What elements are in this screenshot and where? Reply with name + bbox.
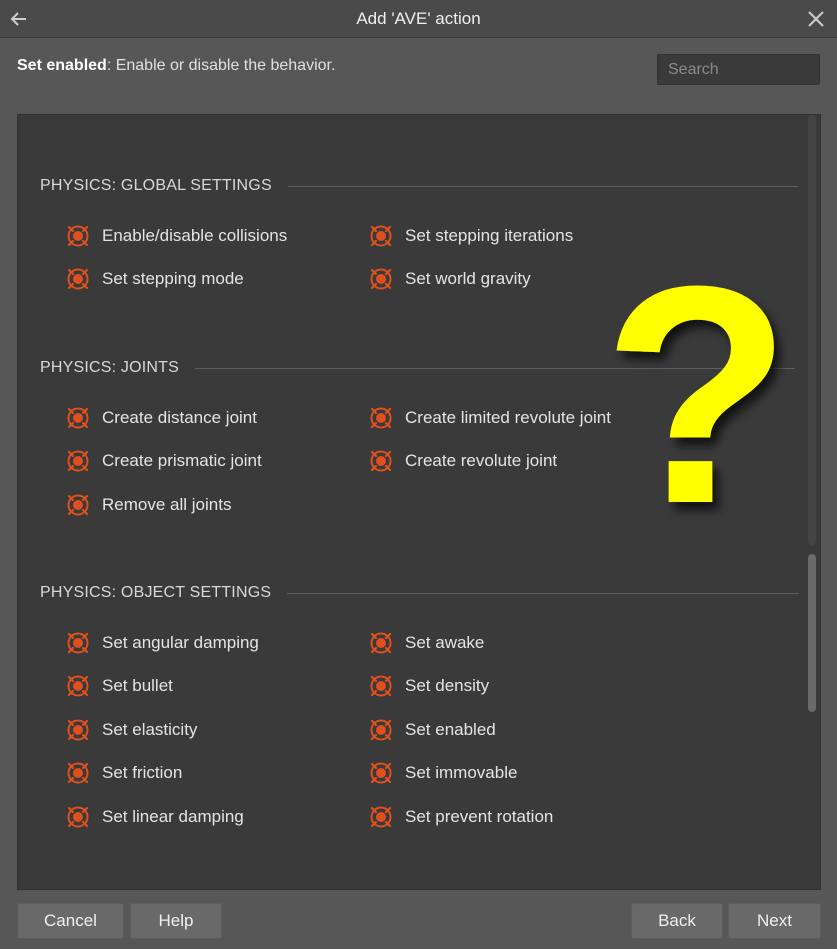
behavior-icon <box>67 225 89 247</box>
action-label: Create prismatic joint <box>102 451 262 470</box>
action-label: Set friction <box>102 763 183 782</box>
action-set-linear-damping[interactable]: Set linear damping <box>66 805 244 829</box>
action-label: Create limited revolute joint <box>405 408 611 427</box>
behavior-icon <box>370 450 392 472</box>
action-set-prevent-rotation[interactable]: Set prevent rotation <box>369 805 553 829</box>
action-set-enabled[interactable]: Set enabled <box>369 718 496 742</box>
action-label: Set bullet <box>102 676 173 695</box>
action-label: Set elasticity <box>102 720 198 739</box>
scrollbar-thumb[interactable] <box>808 554 816 712</box>
section-header-object-settings: PHYSICS: OBJECT SETTINGS <box>40 584 800 602</box>
behavior-icon <box>67 762 89 784</box>
behavior-icon <box>67 675 89 697</box>
action-label: Set enabled <box>405 720 496 739</box>
section-header-global-settings: PHYSICS: GLOBAL SETTINGS <box>40 177 798 195</box>
back-button[interactable]: Back <box>631 903 723 939</box>
action-create-revolute-joint[interactable]: Create revolute joint <box>369 449 557 473</box>
behavior-icon <box>370 407 392 429</box>
behavior-icon <box>67 806 89 828</box>
action-label: Enable/disable collisions <box>102 226 288 245</box>
behavior-icon <box>370 806 392 828</box>
scrollbar[interactable] <box>808 115 818 887</box>
action-set-awake[interactable]: Set awake <box>369 631 484 655</box>
action-create-limited-revolute-joint[interactable]: Create limited revolute joint <box>369 406 611 430</box>
action-set-immovable[interactable]: Set immovable <box>369 761 517 785</box>
action-create-distance-joint[interactable]: Create distance joint <box>66 406 257 430</box>
action-set-bullet[interactable]: Set bullet <box>66 674 173 698</box>
section-title: PHYSICS: JOINTS <box>40 359 180 376</box>
action-label: Set stepping mode <box>102 269 244 288</box>
description-title: Set enabled <box>17 57 107 74</box>
action-label: Set density <box>405 676 490 695</box>
action-set-elasticity[interactable]: Set elasticity <box>66 718 197 742</box>
action-set-stepping-iterations[interactable]: Set stepping iterations <box>369 224 573 248</box>
behavior-icon <box>370 268 392 290</box>
behavior-icon <box>67 407 89 429</box>
description-text: : Enable or disable the behavior. <box>106 57 336 74</box>
section-header-joints: PHYSICS: JOINTS <box>40 359 796 377</box>
action-set-friction[interactable]: Set friction <box>66 761 182 785</box>
behavior-icon <box>67 450 89 472</box>
title-bar: Add 'AVE' action <box>0 0 837 38</box>
action-label: Set awake <box>405 633 485 652</box>
window-title: Add 'AVE' action <box>356 9 481 28</box>
action-set-world-gravity[interactable]: Set world gravity <box>369 267 531 291</box>
behavior-icon <box>67 494 89 516</box>
behavior-icon <box>370 632 392 654</box>
action-label: Create revolute joint <box>405 451 558 470</box>
action-set-density[interactable]: Set density <box>369 674 489 698</box>
section-title: PHYSICS: GLOBAL SETTINGS <box>40 177 272 194</box>
behavior-icon <box>67 268 89 290</box>
scrollbar-track[interactable] <box>808 115 816 545</box>
action-create-prismatic-joint[interactable]: Create prismatic joint <box>66 449 262 473</box>
close-icon[interactable] <box>803 6 829 32</box>
action-label: Remove all joints <box>102 495 232 514</box>
action-label: Set immovable <box>405 763 518 782</box>
action-set-angular-damping[interactable]: Set angular damping <box>66 631 259 655</box>
action-label: Create distance joint <box>102 408 257 427</box>
action-enable-disable-collisions[interactable]: Enable/disable collisions <box>66 224 287 248</box>
section-title: PHYSICS: OBJECT SETTINGS <box>40 584 272 601</box>
cancel-button[interactable]: Cancel <box>17 903 124 939</box>
action-label: Set linear damping <box>102 807 244 826</box>
behavior-icon <box>67 719 89 741</box>
next-button[interactable]: Next <box>728 903 821 939</box>
behavior-icon <box>370 675 392 697</box>
behavior-icon <box>370 225 392 247</box>
action-remove-all-joints[interactable]: Remove all joints <box>66 493 231 517</box>
action-label: Set world gravity <box>405 269 531 288</box>
section-divider <box>287 592 800 594</box>
section-divider <box>287 185 798 187</box>
behavior-icon <box>370 762 392 784</box>
action-label: Set prevent rotation <box>405 807 554 826</box>
search-input[interactable] <box>657 54 820 85</box>
action-set-stepping-mode[interactable]: Set stepping mode <box>66 267 244 291</box>
section-divider <box>195 367 796 369</box>
action-label: Set stepping iterations <box>405 226 574 245</box>
help-button[interactable]: Help <box>130 903 222 939</box>
action-description: Set enabled: Enable or disable the behav… <box>17 57 335 75</box>
behavior-icon <box>67 632 89 654</box>
action-label: Set angular damping <box>102 633 259 652</box>
behavior-icon <box>370 719 392 741</box>
